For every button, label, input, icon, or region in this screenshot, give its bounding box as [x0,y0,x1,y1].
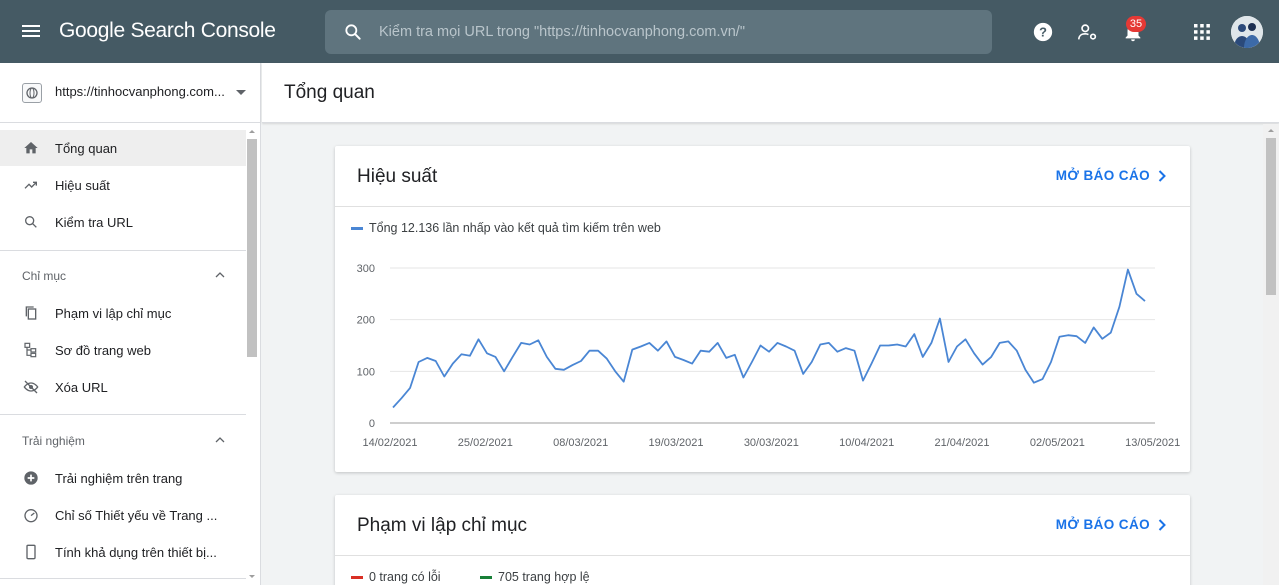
menu-icon[interactable] [22,22,42,42]
main-scrollbar[interactable] [1263,124,1279,585]
chevron-right-icon [1158,518,1166,531]
legend-errors: 0 trang có lỗi [351,570,441,584]
svg-text:?: ? [1039,25,1047,40]
open-report-label: MỞ BÁO CÁO [1055,517,1150,532]
section-index[interactable]: Chỉ mục [0,261,246,291]
sidebar-item-coverage[interactable]: Phạm vi lập chỉ mục [0,295,246,331]
sidebar-item-label: Xóa URL [55,379,108,395]
x-tick-label: 14/02/2021 [362,437,417,449]
x-tick-label: 19/03/2021 [648,437,703,449]
property-url: https://tinhocvanphong.com.... [55,84,225,99]
x-tick-label: 25/02/2021 [458,437,513,449]
clicks-series-line[interactable] [392,268,1146,409]
help-icon[interactable]: ? [1031,20,1055,44]
top-app-bar: Google Search Console ? 35 [0,0,1279,63]
chevron-right-icon [1158,169,1166,182]
scroll-up-icon[interactable] [1267,127,1275,133]
chart-legend: Tổng 12.136 lần nhấp vào kết quả tìm kiế… [351,221,661,235]
chevron-up-icon [215,272,225,278]
card-title: Hiệu suất [357,166,438,187]
apps-grid-icon[interactable] [1190,20,1214,44]
open-report-link[interactable]: MỞ BÁO CÁO [1056,168,1166,183]
coverage-card: Phạm vi lập chỉ mục MỞ BÁO CÁO 0 trang c… [335,495,1190,585]
x-tick-label: 08/03/2021 [553,437,608,449]
sidebar-item-label: Hiệu suất [55,177,110,193]
page-header: Tổng quan [262,63,1279,123]
sidebar-item-page-experience[interactable]: Trải nghiệm trên trang [0,460,246,496]
sidebar-item-url-inspection[interactable]: Kiểm tra URL [0,204,246,240]
y-tick-label: 0 [369,418,375,430]
open-report-label: MỞ BÁO CÁO [1055,168,1150,183]
sidebar-item-label: Kiểm tra URL [55,214,134,230]
scroll-down-icon[interactable] [248,574,256,580]
legend-label: 705 trang hợp lệ [498,570,590,584]
scrollbar-thumb[interactable] [1266,138,1276,295]
speed-icon [22,506,40,524]
sidebar-item-mobile-usability[interactable]: Tính khả dụng trên thiết bị... [0,534,246,570]
legend-valid: 705 trang hợp lệ [480,570,590,584]
home-icon [22,139,40,157]
legend-label: 0 trang có lỗi [369,570,441,584]
trending-up-icon [22,176,40,194]
divider [0,414,246,415]
plus-circle-icon [22,469,40,487]
sidebar-item-overview[interactable]: Tổng quan [0,130,246,166]
legend-swatch [351,575,363,579]
sidebar-item-label: Trải nghiệm trên trang [55,470,183,486]
x-tick-label: 02/05/2021 [1030,437,1085,449]
y-tick-label: 300 [357,263,375,275]
legend-swatch [480,575,492,579]
globe-icon [22,83,42,103]
sidebar-item-label: Phạm vi lập chỉ mục [55,305,172,321]
sidebar-item-label: Tổng quan [55,140,118,156]
dropdown-arrow-icon [236,90,246,95]
open-report-link[interactable]: MỞ BÁO CÁO [1056,517,1166,532]
legend-label: Tổng 12.136 lần nhấp vào kết quả tìm kiế… [369,221,661,235]
search-icon [22,213,40,231]
sidebar-item-sitemaps[interactable]: Sơ đồ trang web [0,332,246,368]
url-inspection-search[interactable] [325,10,992,54]
x-tick-label: 30/03/2021 [744,437,799,449]
sidebar-item-label: Sơ đồ trang web [55,342,151,358]
eye-off-icon [22,378,40,396]
property-selector[interactable]: https://tinhocvanphong.com.... [0,63,260,123]
divider [0,250,246,251]
page-title: Tổng quan [284,82,375,103]
y-tick-label: 100 [357,366,375,378]
divider [335,555,1190,556]
section-label: Chỉ mục [22,269,67,283]
card-title: Phạm vi lập chỉ mục [357,515,528,536]
file-copy-icon [22,304,40,322]
x-tick-label: 10/04/2021 [839,437,894,449]
scroll-up-icon[interactable] [248,128,256,134]
sidebar-item-label: Tính khả dụng trên thiết bị... [55,544,217,560]
app-title[interactable]: Google Search Console [59,19,276,43]
sidebar-scrollbar[interactable] [246,130,258,583]
manage-users-icon[interactable] [1076,20,1100,44]
scrollbar-thumb[interactable] [247,139,257,357]
performance-card: Hiệu suất MỞ BÁO CÁO Tổng 12.136 lần nhấ… [335,146,1190,472]
sitemap-icon [22,341,40,359]
search-input[interactable] [379,10,979,54]
phone-icon [22,543,40,561]
sidebar-item-core-web-vitals[interactable]: Chỉ số Thiết yếu về Trang ... [0,497,246,533]
divider [335,206,1190,207]
sidebar-item-label: Chỉ số Thiết yếu về Trang ... [55,507,218,523]
x-tick-label: 21/04/2021 [934,437,989,449]
y-tick-label: 200 [357,315,375,327]
divider [0,578,246,579]
legend-swatch [351,226,363,230]
navigation-sidebar: https://tinhocvanphong.com.... Tổng quan… [0,63,261,585]
section-label: Trải nghiệm [22,434,85,448]
notification-badge: 35 [1126,16,1146,32]
search-icon[interactable] [343,22,363,42]
clicks-line-chart: 0 100 200 300 14/02/2021 25/02/2021 08/03/2021… [357,263,1181,449]
account-avatar[interactable] [1231,16,1263,48]
section-experience[interactable]: Trải nghiệm [0,426,246,456]
x-tick-label: 13/05/2021 [1125,437,1180,449]
chevron-up-icon [215,437,225,443]
sidebar-item-removals[interactable]: Xóa URL [0,369,246,405]
sidebar-item-performance[interactable]: Hiệu suất [0,167,246,203]
